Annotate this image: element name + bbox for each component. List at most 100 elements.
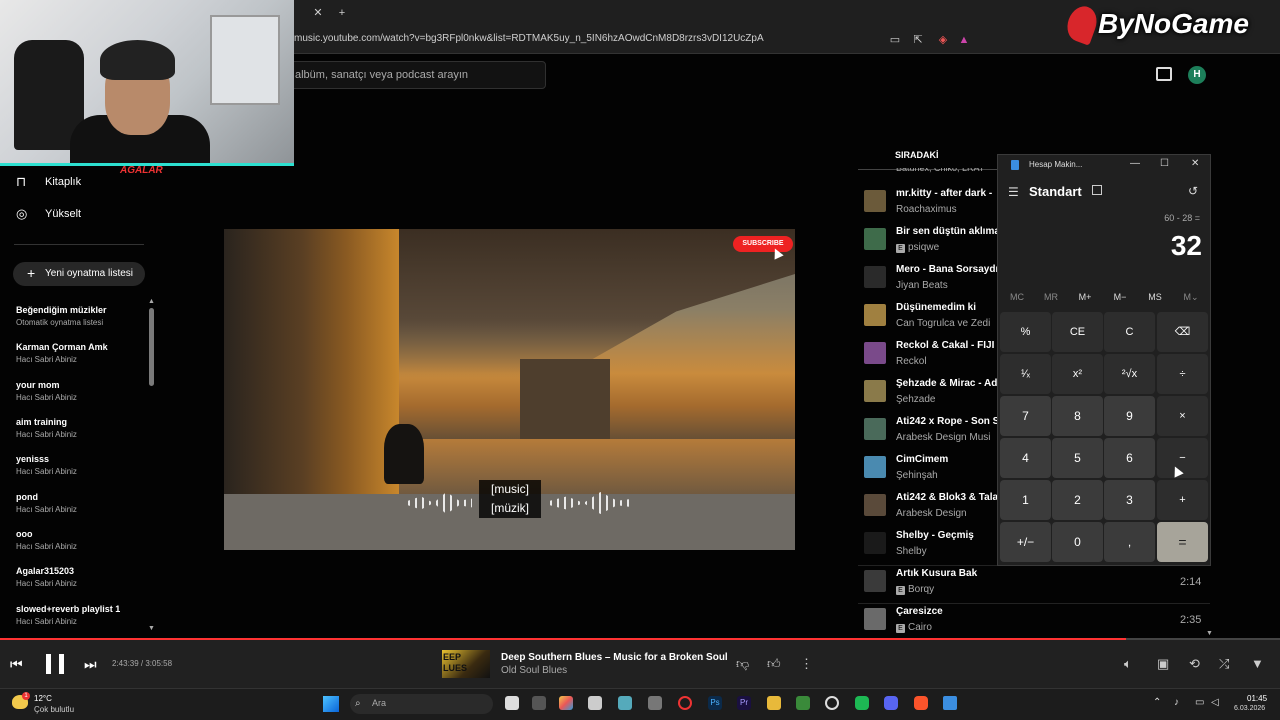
memory-button[interactable]: M+ xyxy=(1070,292,1100,302)
queue-item[interactable]: Reckol & Cakal - FIJI Reckol xyxy=(864,338,998,374)
weather-desc[interactable]: Çok bulutlu xyxy=(34,705,74,714)
premiere-icon[interactable]: Pr xyxy=(737,696,751,710)
calc-key[interactable]: 6 xyxy=(1104,438,1155,478)
dislike-icon[interactable]: 👎︎ xyxy=(736,656,749,672)
minecraft-icon[interactable] xyxy=(796,696,810,710)
sidebar-item-upgrade[interactable]: Yükselt xyxy=(45,208,81,220)
repeat-icon[interactable]: ⟲ xyxy=(1189,656,1200,672)
calc-key[interactable]: ⌫ xyxy=(1157,312,1208,352)
sidebar-item-library[interactable]: Kitaplık xyxy=(45,176,81,188)
calc-key[interactable]: ²√x xyxy=(1104,354,1155,394)
shuffle-icon[interactable]: ⤮ xyxy=(1219,656,1229,672)
clock-date[interactable]: 6.03.2026 xyxy=(1234,705,1265,712)
app-icon[interactable] xyxy=(559,696,573,710)
url-field[interactable]: music.youtube.com/watch?v=bg3RFpl0nkw&li… xyxy=(294,33,764,44)
playlist-item[interactable]: ooo Hacı Sabri Abiniz xyxy=(16,529,146,551)
playlist-item[interactable]: your mom Hacı Sabri Abiniz xyxy=(16,380,146,402)
new-playlist-button[interactable]: + Yeni oynatma listesi xyxy=(13,262,145,286)
taskbar-search[interactable]: Ara xyxy=(350,694,493,714)
calculator-icon[interactable] xyxy=(943,696,957,710)
calc-key[interactable]: + xyxy=(1157,480,1208,520)
memory-button[interactable]: MR xyxy=(1036,292,1066,302)
tab-close-icon[interactable]: ✕ xyxy=(311,6,325,20)
tab-up-next[interactable]: SIRADAKİ xyxy=(895,150,939,160)
app-icon[interactable] xyxy=(648,696,662,710)
memory-button[interactable]: MC xyxy=(1002,292,1032,302)
expand-icon[interactable]: ▼ xyxy=(1251,656,1264,671)
calc-key[interactable]: 2 xyxy=(1052,480,1103,520)
memory-button[interactable]: M− xyxy=(1105,292,1135,302)
more-options-icon[interactable]: ⋮ xyxy=(800,656,813,672)
playlist-item[interactable]: Karman Çorman Amk Hacı Sabri Abiniz xyxy=(16,342,146,364)
scroll-up-icon[interactable]: ▲ xyxy=(148,298,155,305)
playlist-item[interactable]: pond Hacı Sabri Abiniz xyxy=(16,492,146,514)
calc-key[interactable]: = xyxy=(1157,522,1208,562)
share-icon[interactable]: ⇱ xyxy=(911,33,925,47)
search-input[interactable]: albüm, sanatçı veya podcast arayın xyxy=(280,61,546,89)
queue-item[interactable]: Şehzade & Mirac - Ad Şehzade xyxy=(864,376,998,412)
close-icon[interactable]: ✕ xyxy=(1191,158,1199,169)
playlist-item[interactable]: yenisss Hacı Sabri Abiniz xyxy=(16,454,146,476)
queue-item[interactable]: CimCimem Şehinşah xyxy=(864,452,998,488)
clock-time[interactable]: 01:45 xyxy=(1247,694,1267,703)
calc-key[interactable]: C xyxy=(1104,312,1155,352)
opera-icon[interactable] xyxy=(678,696,692,710)
playlist-item[interactable]: Agalar315203 Hacı Sabri Abiniz xyxy=(16,566,146,588)
minimize-icon[interactable]: — xyxy=(1130,158,1140,169)
new-tab-icon[interactable]: + xyxy=(335,6,349,20)
speaker-icon[interactable]: ◁ xyxy=(1211,697,1219,708)
now-playing-artist[interactable]: Old Soul Blues xyxy=(501,665,567,676)
previous-icon[interactable]: ⏮ xyxy=(10,656,23,673)
start-icon[interactable] xyxy=(323,696,339,712)
playlist-item[interactable]: aim training Hacı Sabri Abiniz xyxy=(16,417,146,439)
queue-item[interactable]: Shelby - Geçmiş Shelby xyxy=(864,528,998,564)
rewards-icon[interactable]: ▲ xyxy=(957,33,971,47)
queue-item[interactable]: Ati242 x Rope - Son S Arabesk Design Musi xyxy=(864,414,998,450)
calc-key[interactable]: 7 xyxy=(1000,396,1051,436)
queue-item[interactable]: Artık Kusura Bak E Borqy xyxy=(864,566,998,602)
memory-button[interactable]: MS xyxy=(1140,292,1170,302)
queue-item[interactable]: Bir sen düştün aklıma Epsiqwe xyxy=(864,224,998,260)
calc-key[interactable]: 9 xyxy=(1104,396,1155,436)
hamburger-menu-icon[interactable]: ☰ xyxy=(1008,185,1019,199)
app-icon[interactable] xyxy=(855,696,869,710)
playlist-item[interactable]: slowed+reverb playlist 1 Hacı Sabri Abini… xyxy=(16,604,146,626)
scroll-down-icon[interactable]: ▼ xyxy=(148,625,155,632)
calc-key[interactable]: x² xyxy=(1052,354,1103,394)
calc-key[interactable]: 4 xyxy=(1000,438,1051,478)
calc-key[interactable]: × xyxy=(1157,396,1208,436)
calc-key[interactable]: 1 xyxy=(1000,480,1051,520)
photoshop-icon[interactable]: Ps xyxy=(708,696,722,710)
like-icon[interactable]: 👍︎ xyxy=(767,656,781,672)
calc-key[interactable]: 3 xyxy=(1104,480,1155,520)
avatar[interactable]: H xyxy=(1188,66,1206,84)
brave-icon[interactable] xyxy=(914,696,928,710)
queue-item[interactable]: Mero - Bana Sorsaydın Jiyan Beats xyxy=(864,262,998,298)
queue-item[interactable]: mr.kitty - after dark - Roachaximus xyxy=(864,186,998,222)
calc-key[interactable]: , xyxy=(1104,522,1155,562)
cast-icon[interactable] xyxy=(1156,67,1172,81)
calc-key[interactable]: % xyxy=(1000,312,1051,352)
queue-item[interactable]: Ati242 & Blok3 & Tala Arabesk Design xyxy=(864,490,998,526)
screen-icon[interactable]: ▭ xyxy=(888,33,902,47)
steam-icon[interactable] xyxy=(825,696,839,710)
tray-chevron-icon[interactable]: ⌃ xyxy=(1153,697,1161,708)
calc-key[interactable]: +/− xyxy=(1000,522,1051,562)
now-playing-title[interactable]: Deep Southern Blues – Music for a Broken… xyxy=(501,652,728,663)
network-icon[interactable]: ▭ xyxy=(1195,697,1204,708)
discord-icon[interactable] xyxy=(884,696,898,710)
weather-temp[interactable]: 12°C xyxy=(34,694,52,703)
memory-button[interactable]: M⌄ xyxy=(1176,292,1206,303)
queue-item[interactable]: Düşünemedim ki Can Togrulca ve Zedi xyxy=(864,300,998,336)
queue-scroll-down-icon[interactable]: ▼ xyxy=(1206,630,1213,637)
app-icon[interactable] xyxy=(618,696,632,710)
queue-item[interactable]: Çaresizce E Cairo xyxy=(864,604,998,640)
app-icon[interactable] xyxy=(532,696,546,710)
calc-key[interactable]: 5 xyxy=(1052,438,1103,478)
brave-shield-icon[interactable]: ◈ xyxy=(936,33,950,47)
calc-key[interactable]: 8 xyxy=(1052,396,1103,436)
file-explorer-icon[interactable] xyxy=(767,696,781,710)
next-icon[interactable]: ⏭ xyxy=(84,656,97,673)
playlist-item[interactable]: Beğendiğim müzikler Otomatik oynatma list… xyxy=(16,305,146,327)
app-icon[interactable] xyxy=(588,696,602,710)
